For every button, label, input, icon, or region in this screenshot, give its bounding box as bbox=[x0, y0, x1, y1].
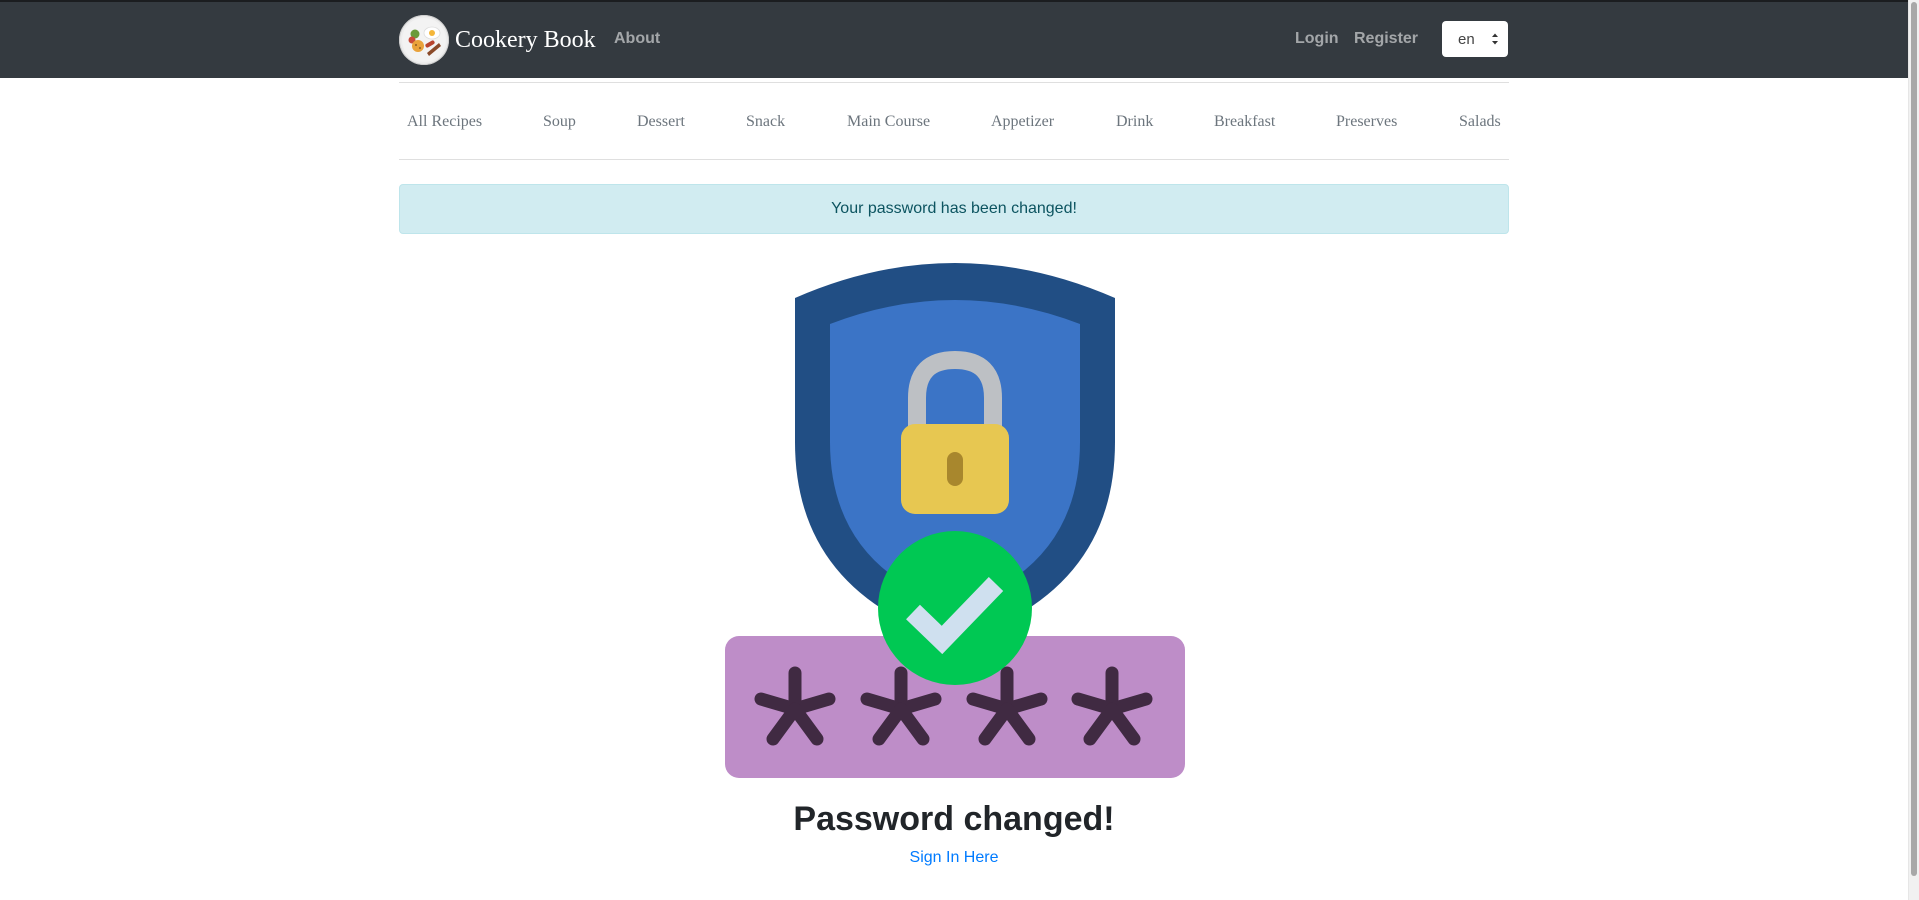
sign-in-link[interactable]: Sign In Here bbox=[0, 849, 1908, 867]
category-soup[interactable]: Soup bbox=[543, 113, 576, 131]
check-circle-icon bbox=[878, 531, 1032, 685]
category-all-recipes[interactable]: All Recipes bbox=[407, 113, 482, 131]
language-select[interactable]: en bbox=[1442, 21, 1508, 57]
nav-link-login[interactable]: Login bbox=[1295, 30, 1339, 48]
category-snack[interactable]: Snack bbox=[746, 113, 785, 131]
category-preserves[interactable]: Preserves bbox=[1336, 113, 1397, 131]
category-salads[interactable]: Salads bbox=[1459, 113, 1501, 131]
language-select-value: en bbox=[1458, 30, 1475, 48]
category-main-course[interactable]: Main Course bbox=[847, 113, 930, 131]
category-appetizer[interactable]: Appetizer bbox=[991, 113, 1054, 131]
navbar-container: Cookery Book About Login Register en bbox=[399, 2, 1509, 78]
brand-name: Cookery Book bbox=[455, 26, 596, 53]
category-dessert[interactable]: Dessert bbox=[637, 113, 685, 131]
select-arrows-icon bbox=[1492, 33, 1498, 45]
top-navbar: Cookery Book About Login Register en bbox=[0, 2, 1908, 78]
nav-link-about[interactable]: About bbox=[614, 30, 660, 48]
category-breakfast[interactable]: Breakfast bbox=[1214, 113, 1275, 131]
cookery-book-logo-icon bbox=[399, 15, 449, 65]
nav-link-register[interactable]: Register bbox=[1354, 30, 1418, 48]
brand-link[interactable]: Cookery Book bbox=[399, 14, 596, 66]
category-nav: All Recipes Soup Dessert Snack Main Cour… bbox=[399, 82, 1509, 160]
page-title: Password changed! bbox=[793, 800, 1115, 838]
password-changed-illustration bbox=[720, 262, 1190, 782]
alert-message: Your password has been changed! bbox=[831, 200, 1077, 217]
category-drink[interactable]: Drink bbox=[1116, 113, 1153, 131]
success-alert: Your password has been changed! bbox=[399, 184, 1509, 234]
scrollbar-thumb[interactable] bbox=[1911, 2, 1917, 876]
vertical-scrollbar[interactable] bbox=[1908, 0, 1919, 900]
